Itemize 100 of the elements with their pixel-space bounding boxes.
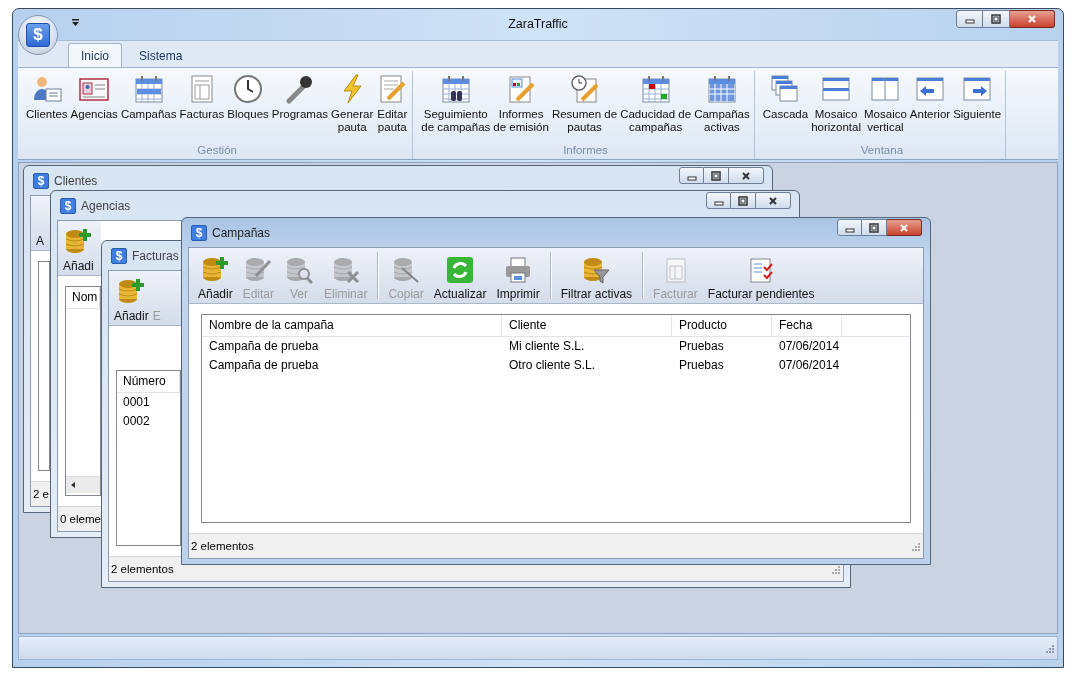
status-text: 0 eleme bbox=[60, 513, 101, 525]
table-cell-text: 0001 bbox=[122, 394, 151, 411]
app-icon: $ bbox=[33, 172, 49, 189]
close-icon bbox=[899, 222, 909, 233]
ribbon-button[interactable]: Agencias bbox=[69, 71, 119, 123]
close-icon bbox=[1027, 14, 1037, 24]
ribbon-button[interactable]: Programas bbox=[270, 71, 330, 123]
resize-grip-icon bbox=[830, 564, 840, 574]
calendar-icon bbox=[132, 73, 165, 105]
minimize-button[interactable] bbox=[837, 219, 862, 236]
group-label: Ventana bbox=[860, 144, 904, 156]
maximize-icon bbox=[738, 195, 748, 206]
table-cell-text: Pruebas bbox=[678, 338, 725, 355]
ribbon-button[interactable]: Facturas bbox=[178, 71, 226, 123]
ribbon-button[interactable]: Campañas activas bbox=[693, 71, 751, 136]
maximize-icon bbox=[869, 222, 879, 233]
close-button[interactable] bbox=[729, 167, 764, 184]
column-header[interactable]: Cliente bbox=[502, 315, 672, 337]
ribbon-button[interactable]: Generar pauta bbox=[330, 71, 375, 136]
ribbon-button[interactable]: Informes de emisión bbox=[492, 71, 550, 136]
group-label: Gestión bbox=[197, 144, 237, 156]
ribbon-button[interactable]: Cascada bbox=[761, 71, 810, 123]
app-icon: $ bbox=[191, 224, 207, 241]
minimize-button[interactable] bbox=[706, 192, 731, 209]
table-cell-text: 07/06/2014 bbox=[778, 357, 841, 374]
ribbon-tab[interactable]: Inicio bbox=[68, 43, 122, 67]
minimize-button[interactable] bbox=[679, 167, 704, 184]
clock-icon bbox=[232, 73, 265, 105]
table-cell-text: Pruebas bbox=[678, 357, 725, 374]
checklist-icon bbox=[747, 256, 776, 284]
ribbon-tab[interactable]: Sistema bbox=[126, 43, 196, 67]
status-text: 2 elementos bbox=[111, 563, 174, 575]
table-cell-text: 07/06/2014 bbox=[778, 338, 841, 355]
column-header[interactable]: Producto bbox=[672, 315, 772, 337]
column-header[interactable]: Número bbox=[117, 371, 180, 393]
toolbar-button[interactable]: Actualizar bbox=[428, 253, 492, 303]
refresh-icon bbox=[446, 256, 475, 284]
calendar-icon bbox=[639, 73, 672, 105]
clock-document-icon bbox=[568, 73, 601, 105]
window-title: Clientes bbox=[54, 173, 99, 188]
customize-arrow-icon[interactable] bbox=[71, 19, 80, 28]
toolbar-button[interactable]: Añadi bbox=[61, 225, 96, 275]
column-header[interactable]: Nombre de la campaña bbox=[202, 315, 502, 337]
close-icon bbox=[768, 195, 778, 206]
close-button[interactable] bbox=[887, 219, 922, 236]
table-cell-text: 0002 bbox=[122, 413, 151, 430]
printer-icon bbox=[504, 256, 533, 284]
ribbon-button[interactable]: Seguimiento de campañas bbox=[420, 71, 492, 136]
database-filter-icon bbox=[582, 256, 611, 284]
database-search-icon bbox=[285, 256, 314, 284]
ribbon-button[interactable]: Siguiente bbox=[952, 71, 1003, 123]
ribbon-button[interactable]: Clientes bbox=[25, 71, 69, 123]
maximize-button[interactable] bbox=[731, 192, 756, 209]
ribbon-button[interactable]: Mosaico vertical bbox=[863, 71, 908, 136]
table-cell-text: Mi cliente S.L. bbox=[508, 338, 586, 355]
close-icon bbox=[741, 170, 751, 181]
column-header[interactable]: Fecha bbox=[772, 315, 842, 337]
database-wand-icon bbox=[392, 256, 421, 284]
toolbar-button[interactable]: Imprimir bbox=[491, 253, 545, 303]
maximize-button[interactable] bbox=[704, 167, 729, 184]
ribbon-button[interactable]: Campañas bbox=[119, 71, 178, 123]
toolbar-button[interactable]: Facturar pendientes bbox=[702, 253, 820, 303]
ribbon-button[interactable]: Bloques bbox=[226, 71, 270, 123]
ribbon-button[interactable]: Editar pauta bbox=[375, 71, 410, 136]
ribbon-button[interactable]: Resumen de pautas bbox=[550, 71, 619, 136]
close-button[interactable] bbox=[756, 192, 791, 209]
maximize-button[interactable] bbox=[983, 10, 1010, 28]
database-edit-icon bbox=[244, 256, 273, 284]
database-add-icon bbox=[64, 228, 93, 256]
table-cell-text: Campaña de prueba bbox=[208, 357, 320, 374]
maximize-icon bbox=[991, 14, 1001, 24]
toolbar-button[interactable]: Añadir bbox=[193, 253, 238, 303]
maximize-icon bbox=[711, 170, 721, 181]
maximize-button[interactable] bbox=[862, 219, 887, 236]
resize-grip-icon bbox=[1044, 643, 1054, 653]
column-header[interactable]: Nom bbox=[66, 287, 100, 309]
status-text: 2 elementos bbox=[191, 540, 254, 552]
table-cell-text: Otro cliente S.L. bbox=[508, 357, 597, 374]
status-text: 2 e bbox=[33, 488, 49, 500]
calendar-binoculars-icon bbox=[439, 73, 472, 105]
window-title: ZaraTraffic bbox=[508, 17, 568, 31]
database-add-icon bbox=[117, 278, 146, 306]
ribbon-button[interactable]: Mosaico horizontal bbox=[810, 71, 862, 136]
table-cell-text: Campaña de prueba bbox=[208, 338, 320, 355]
resize-grip-icon bbox=[910, 541, 920, 551]
database-add-icon bbox=[201, 256, 230, 284]
window-title: Campañas bbox=[212, 225, 272, 240]
horizontal-scrollbar[interactable] bbox=[66, 476, 100, 493]
toolbar-button[interactable]: Filtrar activas bbox=[555, 253, 638, 303]
ribbon-button[interactable]: Caducidad de campañas bbox=[619, 71, 693, 136]
toolbar-button[interactable]: Añadir bbox=[112, 275, 151, 325]
left-arrow-icon bbox=[69, 481, 77, 489]
toolbar-button[interactable]: A bbox=[34, 231, 46, 250]
database-delete-icon bbox=[331, 256, 360, 284]
calendar-icon bbox=[705, 73, 738, 105]
window-title: Agencias bbox=[81, 198, 132, 213]
ribbon-button[interactable]: Anterior bbox=[908, 71, 952, 123]
minimize-button[interactable] bbox=[956, 10, 983, 28]
group-label: Informes bbox=[563, 144, 608, 156]
close-button[interactable] bbox=[1010, 10, 1055, 28]
